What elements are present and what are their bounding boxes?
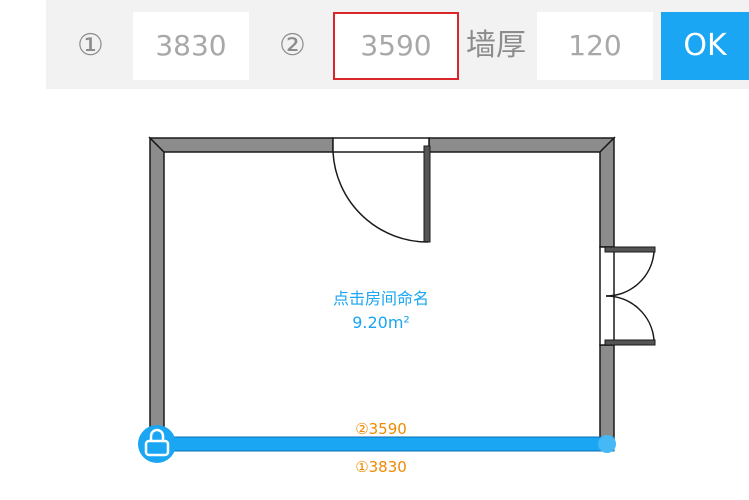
room-name-label[interactable]: 点击房间命名 [333,289,429,308]
right-door-leaf-bottom[interactable] [604,339,656,346]
right-wall-lower[interactable] [599,344,615,444]
top-wall-right[interactable] [428,137,616,153]
inner-dimension-label: ②3590 [355,420,407,438]
right-door-leaf-top[interactable] [604,246,656,253]
top-door-swing-arc [332,151,429,243]
right-wall-upper[interactable] [599,136,615,248]
lock-icon[interactable] [138,425,176,463]
outer-dimension-label: ①3830 [355,458,407,476]
wall-end-handle[interactable] [598,435,616,453]
right-double-door[interactable] [599,246,656,346]
floor-plan-editor: ① 3830 ② 3590 墙厚 120 OK 点击房间命名 9.20m² ②3… [0,0,749,500]
bottom-wall-selected[interactable] [149,436,615,452]
top-door[interactable] [332,137,431,243]
floor-plan: 点击房间命名 9.20m² ②3590 ①3830 [138,136,656,476]
top-wall-left[interactable] [148,137,334,153]
top-door-leaf[interactable] [423,145,431,243]
room-area-label: 9.20m² [352,313,410,332]
left-wall[interactable] [149,136,165,444]
